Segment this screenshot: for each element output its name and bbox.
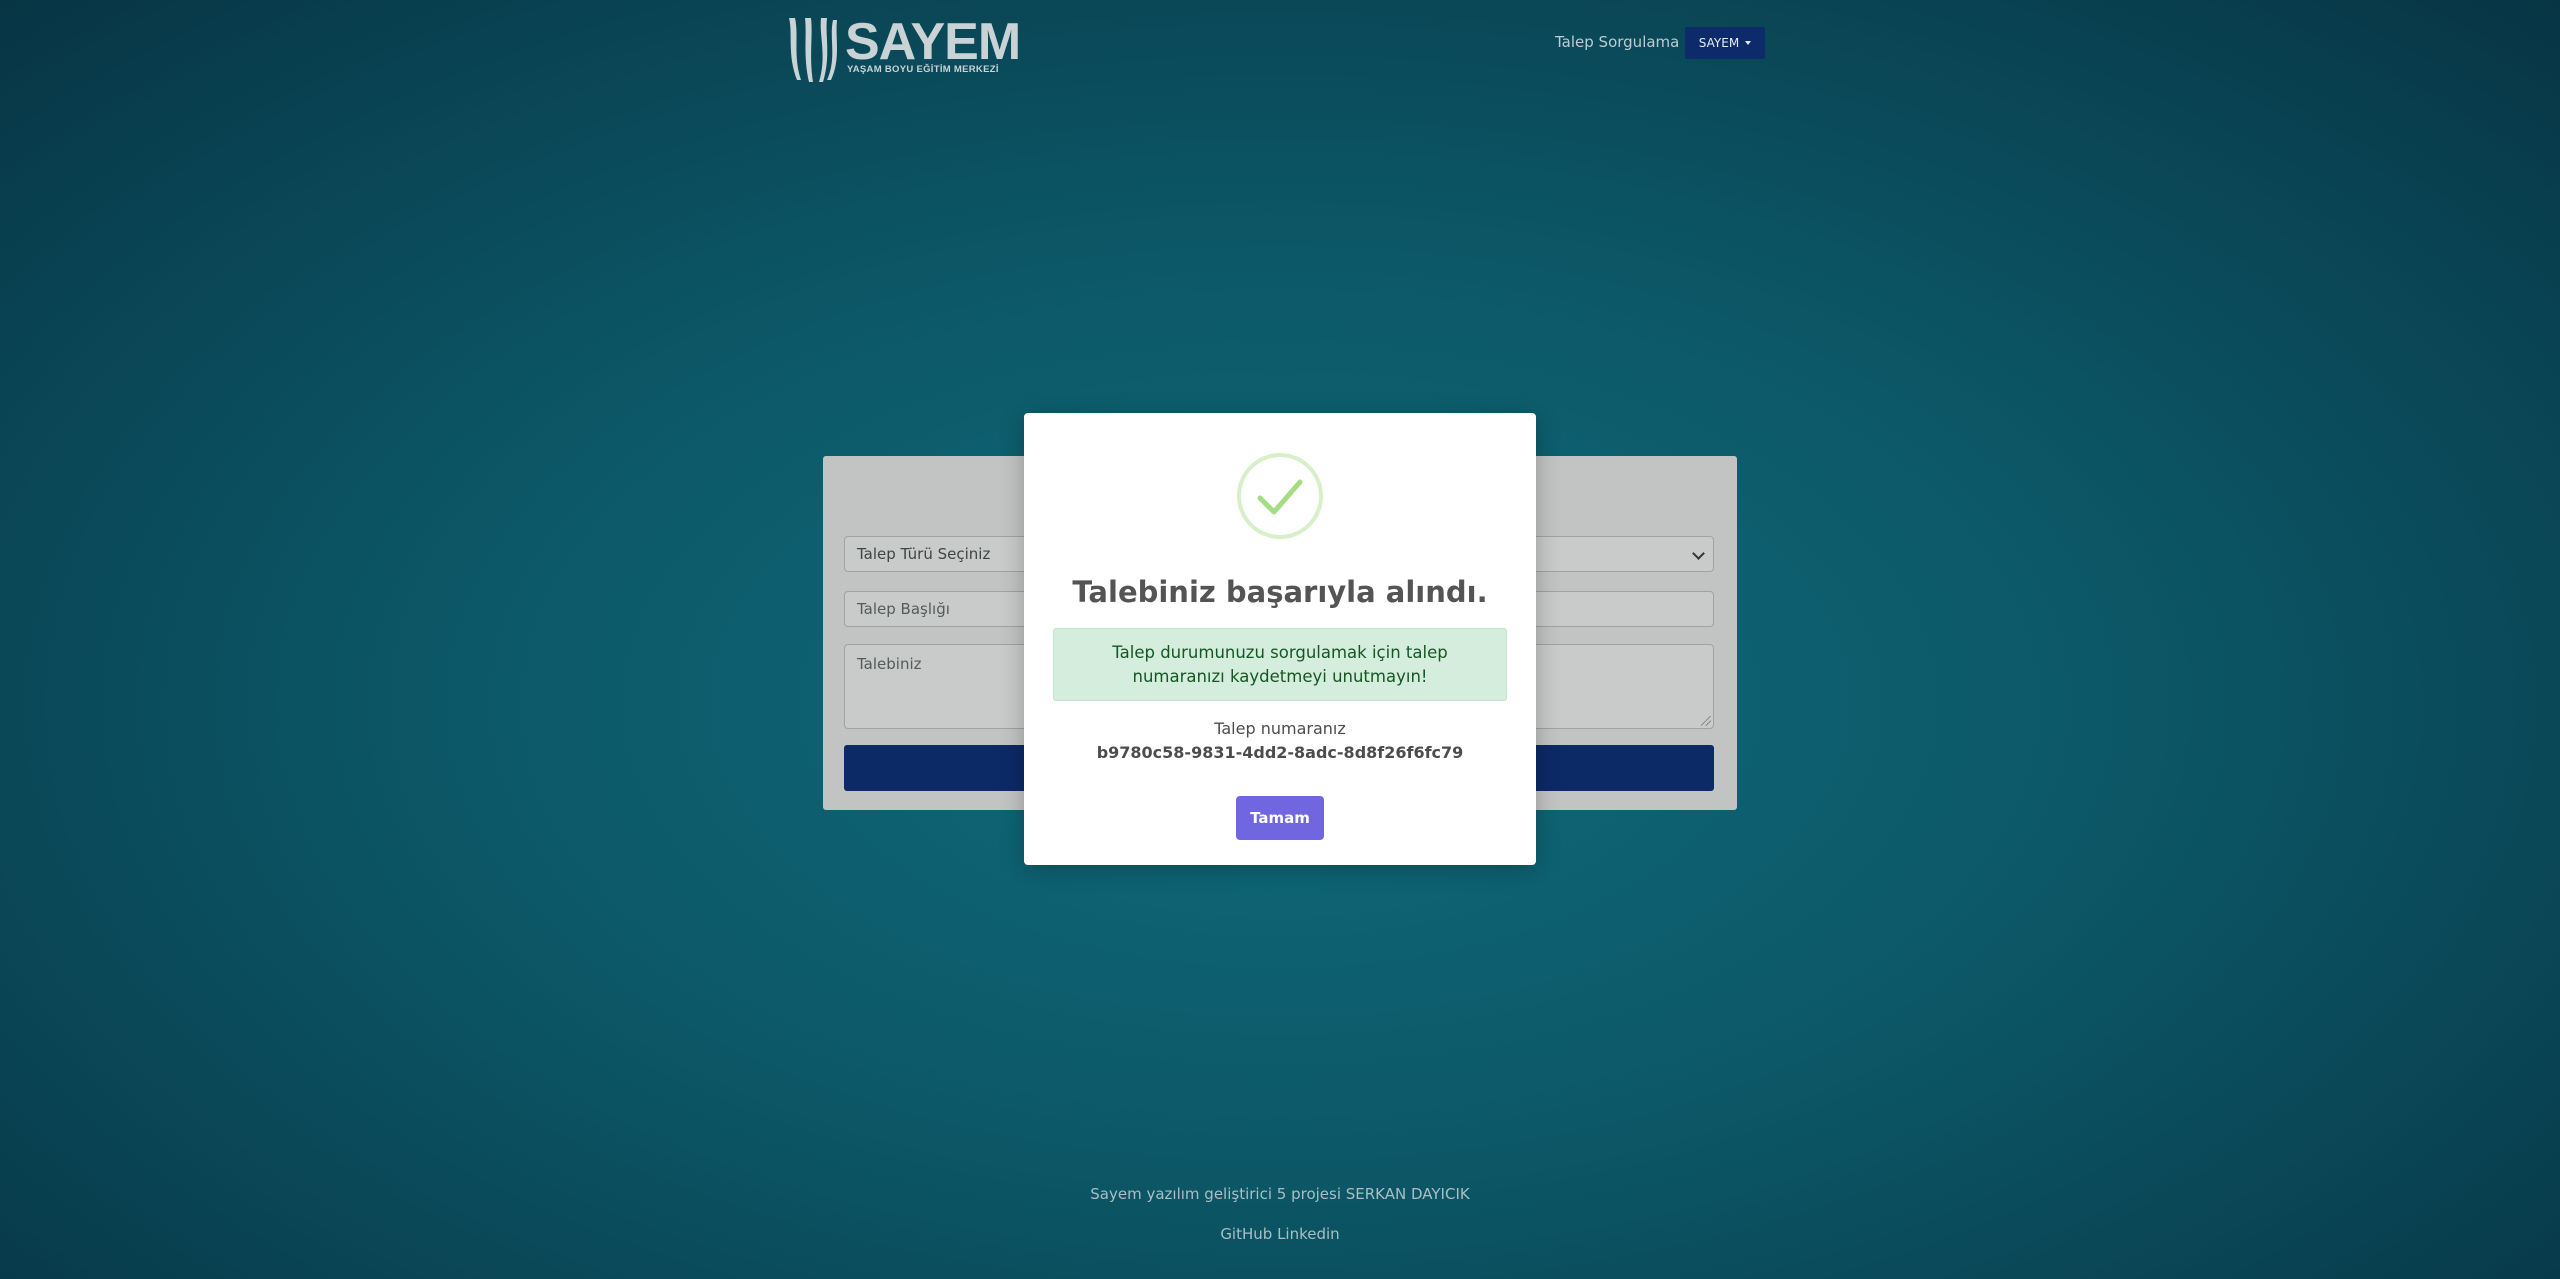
footer-credit: Sayem yazılım geliştirici 5 projesi SERK… bbox=[1090, 1185, 1470, 1203]
footer-link-github[interactable]: GitHub bbox=[1220, 1225, 1272, 1243]
info-alert: Talep durumunuzu sorgulamak için talep n… bbox=[1053, 628, 1507, 701]
footer-link-linkedin[interactable]: Linkedin bbox=[1277, 1225, 1340, 1243]
caret-down-icon bbox=[1745, 41, 1752, 45]
success-dialog: Talebiniz başarıyla alındı. Talep durumu… bbox=[1024, 413, 1536, 865]
resize-grip-icon[interactable] bbox=[1701, 716, 1711, 726]
logo-tagline: YAŞAM BOYU EĞİTİM MERKEZİ bbox=[847, 64, 999, 75]
request-type-select-value: Talep Türü Seçiniz bbox=[857, 545, 991, 563]
footer-links: GitHub Linkedin bbox=[0, 1225, 2560, 1243]
request-number-label: Talep numaranız bbox=[1214, 719, 1346, 738]
chevron-down-icon bbox=[1692, 547, 1705, 560]
info-alert-text: Talep durumunuzu sorgulamak için talep n… bbox=[1112, 642, 1448, 686]
dialog-title: Talebiniz başarıyla alındı. bbox=[1072, 575, 1488, 609]
request-title-placeholder: Talep Başlığı bbox=[857, 600, 950, 618]
logo-mark-icon bbox=[789, 18, 837, 82]
tamam-button[interactable]: Tamam bbox=[1236, 796, 1324, 840]
logo-brand: SAYEM bbox=[845, 13, 1021, 71]
nav-dropdown-label: SAYEM bbox=[1698, 36, 1740, 50]
request-body-placeholder: Talebiniz bbox=[857, 655, 922, 673]
nav-link-talep-sorgulama[interactable]: Talep Sorgulama bbox=[1555, 33, 1679, 51]
check-icon bbox=[1237, 453, 1323, 539]
sayem-logo[interactable]: SAYEM YAŞAM BOYU EĞİTİM MERKEZİ bbox=[783, 14, 1021, 86]
nav-dropdown-sayem[interactable]: SAYEM bbox=[1685, 27, 1765, 59]
request-number-value: b9780c58-9831-4dd2-8adc-8d8f26f6fc79 bbox=[1096, 743, 1464, 762]
